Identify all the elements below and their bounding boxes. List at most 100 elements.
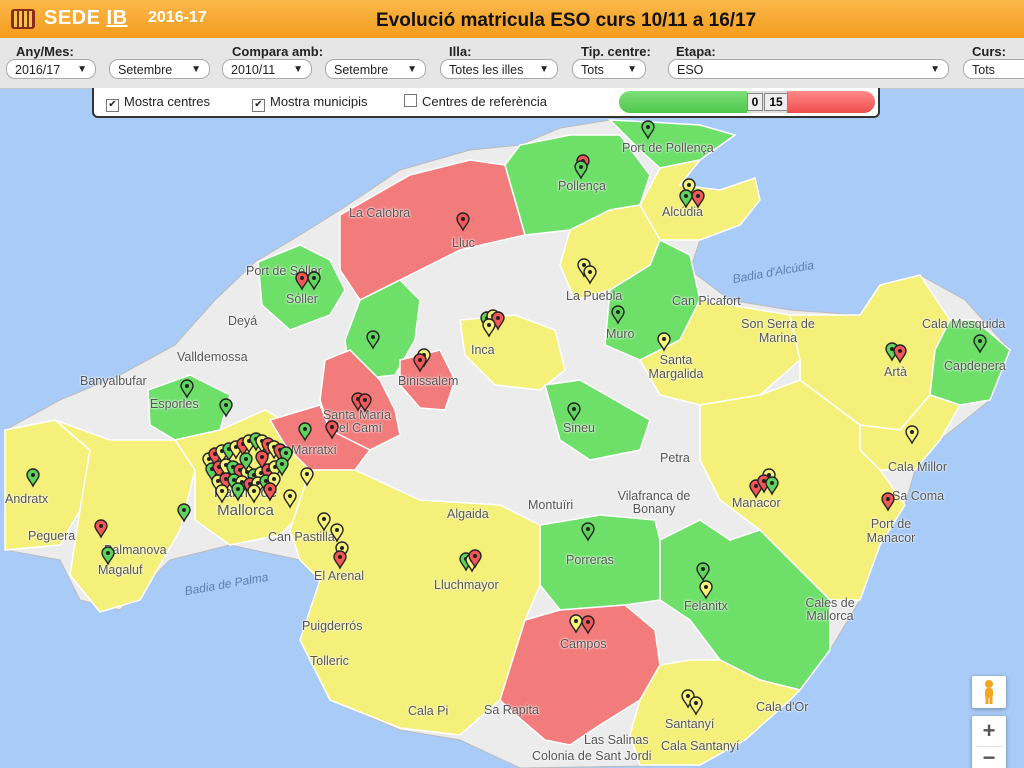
range-min-handle[interactable]: 0	[747, 93, 763, 111]
zoom-in-button[interactable]: +	[972, 716, 1006, 746]
marker-center-dot	[252, 489, 256, 493]
marker-center-dot	[696, 194, 700, 198]
school-marker-icon[interactable]	[219, 398, 233, 418]
map-view[interactable]: Port de Pollença Pollença Alcúdia La Cal…	[0, 89, 1024, 768]
chevron-down-icon: ▼	[407, 64, 417, 75]
street-view-pegman[interactable]	[972, 676, 1006, 708]
school-marker-icon[interactable]	[180, 379, 194, 399]
mes-select[interactable]: Setembre ▼	[109, 59, 210, 79]
range-slider[interactable]: 0 15	[619, 91, 875, 113]
school-marker-icon[interactable]	[905, 425, 919, 445]
marker-center-dot	[224, 403, 228, 407]
school-marker-icon[interactable]	[689, 696, 703, 716]
school-marker-icon[interactable]	[215, 484, 229, 504]
illa-select[interactable]: Totes les illes ▼	[440, 59, 558, 79]
zoom-out-button[interactable]: −	[972, 747, 1006, 768]
zoom-control: + −	[972, 716, 1006, 768]
marker-center-dot	[305, 472, 309, 476]
school-marker-icon[interactable]	[247, 484, 261, 504]
range-green-segment	[619, 91, 747, 113]
pegman-icon	[985, 680, 993, 704]
marker-center-dot	[754, 484, 758, 488]
school-marker-icon[interactable]	[330, 523, 344, 543]
school-marker-icon[interactable]	[893, 344, 907, 364]
range-red-segment	[787, 91, 875, 113]
school-markers	[26, 120, 987, 716]
marker-center-dot	[185, 384, 189, 388]
school-marker-icon[interactable]	[611, 305, 625, 325]
range-max-handle[interactable]: 15	[764, 93, 788, 111]
school-marker-icon[interactable]	[581, 615, 595, 635]
marker-center-dot	[244, 457, 248, 461]
school-marker-icon[interactable]	[696, 562, 710, 582]
school-marker-icon[interactable]	[177, 503, 191, 523]
school-marker-icon[interactable]	[679, 189, 693, 209]
school-marker-icon[interactable]	[333, 550, 347, 570]
etapa-select[interactable]: ESO ▼	[668, 59, 949, 79]
school-marker-icon[interactable]	[358, 393, 372, 413]
compara-label: Compara amb:	[232, 44, 324, 59]
marker-center-dot	[461, 217, 465, 221]
chevron-down-icon: ▼	[293, 64, 303, 75]
school-marker-icon[interactable]	[325, 420, 339, 440]
school-marker-icon[interactable]	[973, 334, 987, 354]
brand-name: SEDE IB	[44, 7, 128, 29]
school-marker-icon[interactable]	[94, 519, 108, 539]
school-marker-icon[interactable]	[569, 614, 583, 634]
marker-center-dot	[582, 263, 586, 267]
school-marker-icon[interactable]	[657, 332, 671, 352]
marker-center-dot	[662, 337, 666, 341]
marker-center-dot	[280, 462, 284, 466]
compara-any-select[interactable]: 2010/11 ▼	[222, 59, 312, 79]
tip-centre-label: Tip. centre:	[581, 44, 651, 59]
school-marker-icon[interactable]	[482, 318, 496, 338]
school-marker-icon[interactable]	[263, 482, 277, 502]
chevron-down-icon: ▼	[539, 64, 549, 75]
school-marker-icon[interactable]	[574, 160, 588, 180]
school-marker-icon[interactable]	[583, 265, 597, 285]
school-marker-icon[interactable]	[456, 212, 470, 232]
school-marker-icon[interactable]	[307, 271, 321, 291]
checkbox-checked-icon: ✔	[106, 99, 119, 112]
checkbox-unchecked-icon	[404, 94, 417, 107]
checkbox-checked-icon: ✔	[252, 99, 265, 112]
school-marker-icon[interactable]	[366, 330, 380, 350]
school-marker-icon[interactable]	[765, 476, 779, 496]
school-marker-icon[interactable]	[317, 512, 331, 532]
curs-select[interactable]: Tots	[963, 59, 1024, 79]
compara-mes-select[interactable]: Setembre ▼	[325, 59, 426, 79]
any-select[interactable]: 2016/17 ▼	[6, 59, 96, 79]
school-marker-icon[interactable]	[691, 189, 705, 209]
marker-center-dot	[910, 430, 914, 434]
school-marker-icon[interactable]	[581, 522, 595, 542]
school-marker-icon[interactable]	[641, 120, 655, 140]
tip-centre-select[interactable]: Tots ▼	[572, 59, 646, 79]
mostra-centres-checkbox[interactable]: ✔ Mostra centres	[106, 94, 210, 112]
mostra-municipis-checkbox[interactable]: ✔ Mostra municipis	[252, 94, 368, 112]
marker-center-dot	[182, 508, 186, 512]
marker-center-dot	[572, 407, 576, 411]
curs-label: Curs:	[972, 44, 1006, 59]
marker-center-dot	[579, 165, 583, 169]
school-marker-icon[interactable]	[283, 489, 297, 509]
school-marker-icon[interactable]	[300, 467, 314, 487]
school-marker-icon[interactable]	[295, 271, 309, 291]
marker-center-dot	[236, 487, 240, 491]
school-marker-icon[interactable]	[567, 402, 581, 422]
marker-center-dot	[473, 554, 477, 558]
school-marker-icon[interactable]	[231, 482, 245, 502]
marker-center-dot	[686, 694, 690, 698]
marker-center-dot	[300, 276, 304, 280]
school-marker-icon[interactable]	[413, 353, 427, 373]
school-marker-icon[interactable]	[101, 546, 115, 566]
marker-center-dot	[363, 398, 367, 402]
school-marker-icon[interactable]	[881, 492, 895, 512]
marker-center-dot	[684, 194, 688, 198]
marker-center-dot	[330, 425, 334, 429]
school-marker-icon[interactable]	[699, 580, 713, 600]
school-marker-icon[interactable]	[26, 468, 40, 488]
marker-center-dot	[616, 310, 620, 314]
centres-referencia-checkbox[interactable]: Centres de referència	[404, 94, 547, 109]
filter-bar: Any/Mes: 2016/17 ▼ Setembre ▼ Compara amb:…	[0, 38, 1024, 89]
school-marker-icon[interactable]	[298, 422, 312, 442]
